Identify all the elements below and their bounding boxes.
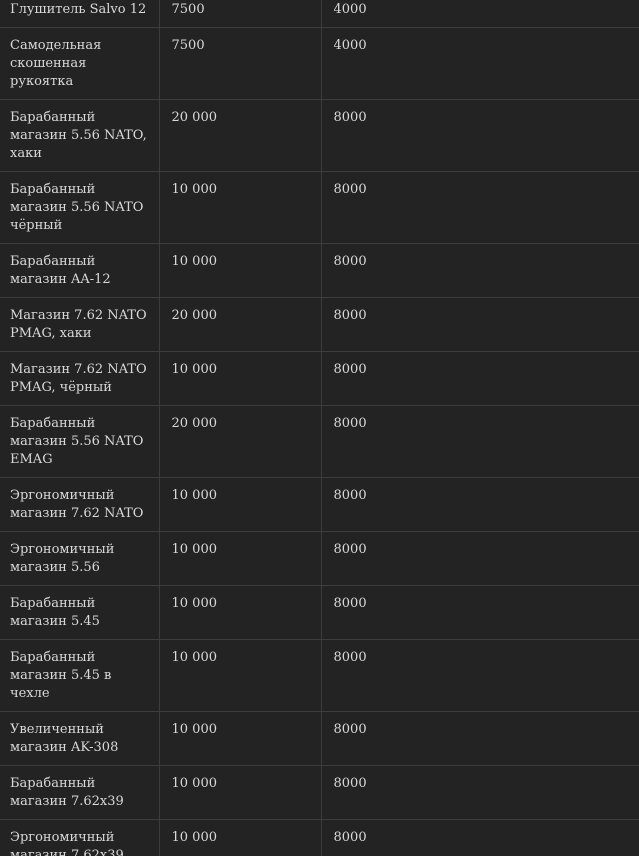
item-price-cell: 7500 [159,0,322,28]
table-row: Глушитель Salvo 12 7500 4000 [0,0,639,28]
item-price-cell: 10 000 [159,243,322,298]
item-sell-cell: 8000 [321,243,639,298]
item-name-cell: Барабанный магазин 5.56 NATO, хаки [0,99,160,172]
item-price-cell: 10 000 [159,477,322,532]
items-table-body: Глушитель Salvo 12 7500 4000 Самодельная… [0,0,639,856]
item-sell-cell: 8000 [321,711,639,766]
item-name-cell: Магазин 7.62 NATO PMAG, хаки [0,297,160,352]
item-price-cell: 10 000 [159,639,322,712]
table-row: Самодельная скошенная рукоятка 7500 4000 [0,27,639,100]
item-name-cell: Барабанный магазин 5.56 NATO чёрный [0,171,160,244]
item-sell-cell: 8000 [321,351,639,406]
table-row: Барабанный магазин 5.56 NATO чёрный 10 0… [0,171,639,244]
item-name-cell: Глушитель Salvo 12 [0,0,160,28]
item-name-cell: Магазин 7.62 NATO PMAG, чёрный [0,351,160,406]
items-table: Глушитель Salvo 12 7500 4000 Самодельная… [0,0,639,856]
items-table-container: Глушитель Salvo 12 7500 4000 Самодельная… [0,0,639,856]
table-row: Эргономичный магазин 7.62x39 10 000 8000 [0,819,639,856]
item-price-cell: 10 000 [159,351,322,406]
item-sell-cell: 4000 [321,0,639,28]
item-name-cell: Эргономичный магазин 7.62 NATO [0,477,160,532]
item-price-cell: 20 000 [159,405,322,478]
item-price-cell: 10 000 [159,171,322,244]
item-sell-cell: 8000 [321,477,639,532]
item-name-cell: Барабанный магазин 5.45 в чехле [0,639,160,712]
table-row: Магазин 7.62 NATO PMAG, чёрный 10 000 80… [0,351,639,406]
item-price-cell: 10 000 [159,585,322,640]
item-sell-cell: 4000 [321,27,639,100]
item-sell-cell: 8000 [321,531,639,586]
item-name-cell: Самодельная скошенная рукоятка [0,27,160,100]
item-sell-cell: 8000 [321,405,639,478]
table-row: Магазин 7.62 NATO PMAG, хаки 20 000 8000 [0,297,639,352]
item-price-cell: 20 000 [159,99,322,172]
item-sell-cell: 8000 [321,585,639,640]
item-sell-cell: 8000 [321,297,639,352]
item-price-cell: 10 000 [159,711,322,766]
item-name-cell: Барабанный магазин AA-12 [0,243,160,298]
item-name-cell: Увеличенный магазин AK-308 [0,711,160,766]
table-row: Эргономичный магазин 7.62 NATO 10 000 80… [0,477,639,532]
item-name-cell: Эргономичный магазин 7.62x39 [0,819,160,856]
item-price-cell: 7500 [159,27,322,100]
item-price-cell: 10 000 [159,765,322,820]
item-sell-cell: 8000 [321,819,639,856]
table-row: Увеличенный магазин AK-308 10 000 8000 [0,711,639,766]
item-sell-cell: 8000 [321,639,639,712]
item-name-cell: Барабанный магазин 5.45 [0,585,160,640]
table-row: Барабанный магазин 5.45 в чехле 10 000 8… [0,639,639,712]
item-sell-cell: 8000 [321,99,639,172]
item-name-cell: Эргономичный магазин 5.56 [0,531,160,586]
item-sell-cell: 8000 [321,765,639,820]
table-row: Барабанный магазин 7.62x39 10 000 8000 [0,765,639,820]
item-sell-cell: 8000 [321,171,639,244]
item-name-cell: Барабанный магазин 7.62x39 [0,765,160,820]
item-price-cell: 10 000 [159,531,322,586]
table-row: Барабанный магазин 5.56 NATO EMAG 20 000… [0,405,639,478]
table-row: Барабанный магазин 5.56 NATO, хаки 20 00… [0,99,639,172]
table-row: Барабанный магазин 5.45 10 000 8000 [0,585,639,640]
item-price-cell: 10 000 [159,819,322,856]
item-price-cell: 20 000 [159,297,322,352]
item-name-cell: Барабанный магазин 5.56 NATO EMAG [0,405,160,478]
table-row: Барабанный магазин AA-12 10 000 8000 [0,243,639,298]
table-row: Эргономичный магазин 5.56 10 000 8000 [0,531,639,586]
